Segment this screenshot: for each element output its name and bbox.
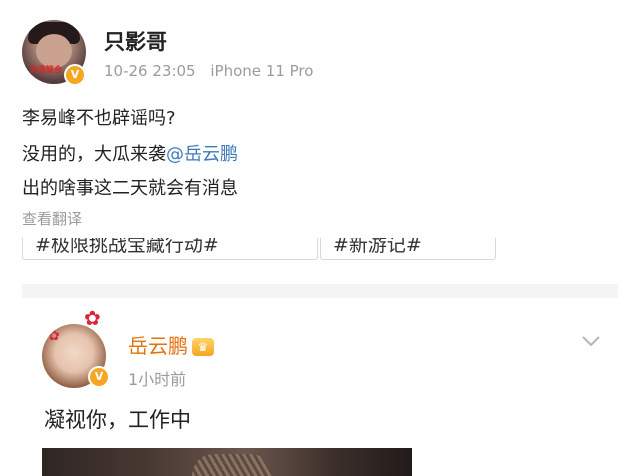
repost-author-name-text: 岳云鹏 [128,334,188,358]
post-meta: 10-26 23:05 iPhone 11 Pro [104,62,323,80]
post-text-line-1: 李易峰不也辟谣吗? [22,108,176,129]
mention-link[interactable]: @岳云鹏 [166,144,238,165]
crown-icon: ♛ [192,338,214,356]
topic-chip[interactable]: #极限挑战宝藏行动# [22,238,318,260]
chevron-down-icon[interactable] [580,330,602,352]
post-text-line-3: 出的啥事这二天就会有消息 [22,178,238,199]
repost-photo[interactable] [42,448,412,476]
repost-author-name[interactable]: 岳云鹏 ♛ [128,330,214,359]
avatar-caption: 许浩铭合 [30,65,62,74]
translate-link[interactable]: 查看翻译 [22,208,82,229]
repost-container: ✿ ✿ V 岳云鹏 ♛ 1小时前 凝视你，工作中 [22,284,618,476]
verified-icon: V [88,366,110,388]
repost-card[interactable]: ✿ ✿ V 岳云鹏 ♛ 1小时前 凝视你，工作中 [22,298,618,476]
post-timestamp: 10-26 23:05 [104,62,196,80]
repost-time: 1小时前 [128,370,187,389]
post-device: iPhone 11 Pro [210,62,314,80]
topic-strip: #极限挑战宝藏行动# #新游记# [22,238,618,262]
repost-text: 凝视你，工作中 [44,408,191,432]
avatar-face [36,34,72,68]
flower-icon: ✿ [84,306,101,330]
topic-chip[interactable]: #新游记# [320,238,496,260]
author-name[interactable]: 只影哥 [104,26,167,56]
post-text-line-2-text: 没用的，大瓜来袭 [22,144,166,165]
flower-icon: ✿ [48,328,60,344]
photo-subject [192,454,272,476]
post-text-line-2: 没用的，大瓜来袭@岳云鹏 [22,140,238,166]
verified-icon: V [64,64,86,86]
